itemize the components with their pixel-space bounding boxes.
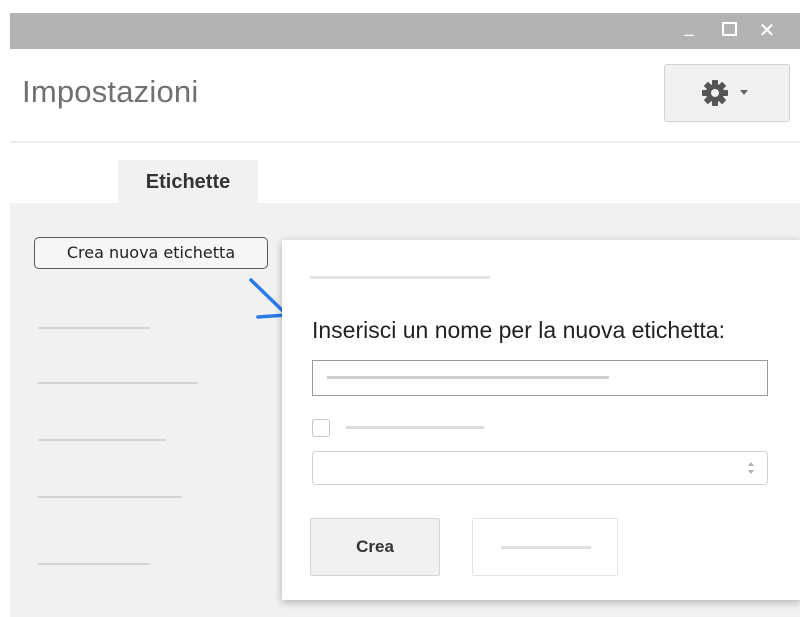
maximize-button[interactable]	[720, 19, 738, 41]
label-list-item[interactable]	[38, 327, 150, 329]
window-titlebar: _ ✕	[10, 13, 800, 49]
minimize-button[interactable]: _	[680, 15, 698, 39]
header-divider	[10, 141, 800, 143]
close-button[interactable]: ✕	[756, 19, 778, 41]
settings-button[interactable]	[664, 64, 790, 122]
maximize-icon	[721, 22, 737, 36]
select-arrows-icon	[748, 462, 754, 474]
label-list-item[interactable]	[38, 382, 198, 384]
label-name-input-value	[327, 376, 609, 379]
nest-label-checkbox-label	[346, 426, 484, 429]
label-list-item[interactable]	[38, 496, 182, 498]
label-list-item[interactable]	[38, 563, 150, 565]
create-new-label-button[interactable]: Crea nuova etichetta	[34, 237, 268, 269]
label-name-input[interactable]	[312, 360, 768, 396]
parent-label-select[interactable]	[312, 451, 768, 485]
cancel-button[interactable]	[472, 518, 618, 576]
caret-down-icon	[740, 90, 748, 95]
page-title: Impostazioni	[22, 74, 199, 109]
cancel-button-label	[501, 546, 591, 549]
nest-label-checkbox[interactable]	[312, 419, 330, 437]
new-label-dialog: Inserisci un nome per la nuova etichetta…	[282, 240, 800, 600]
dialog-title	[310, 276, 490, 279]
tab-etichette[interactable]: Etichette	[118, 160, 258, 204]
gear-icon	[702, 80, 728, 106]
create-button[interactable]: Crea	[310, 518, 440, 576]
label-name-prompt: Inserisci un nome per la nuova etichetta…	[312, 317, 725, 343]
label-list-item[interactable]	[38, 439, 166, 441]
